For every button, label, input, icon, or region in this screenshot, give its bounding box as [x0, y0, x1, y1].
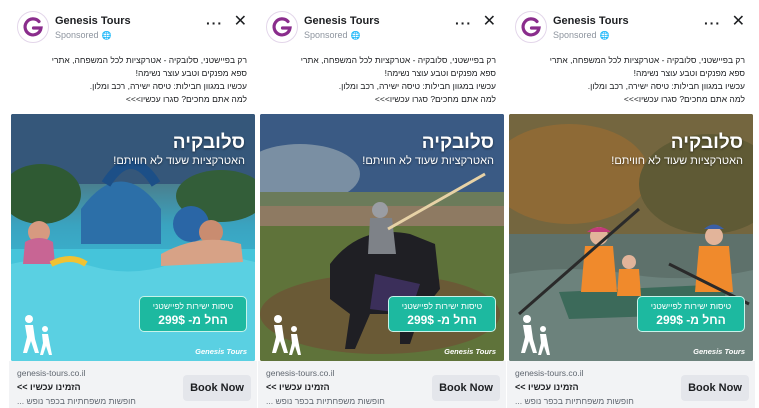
- hikers-logo-icon: [272, 315, 301, 355]
- link-domain[interactable]: genesis-tours.co.il: [17, 368, 86, 378]
- ad-footer: genesis-tours.co.il הזמינו עכשיו >> חופש…: [9, 361, 257, 408]
- advertiser-name[interactable]: Genesis Tours: [304, 15, 380, 27]
- ad-card: Genesis Tours Sponsored 🌐 ··· ✕ רק בפיישט…: [507, 0, 755, 408]
- media-title: סלובקיה: [421, 132, 494, 153]
- primary-text-line: רק בפיישטני, סלובקיה - אטרקציות לכל המשפ…: [51, 55, 247, 65]
- media-brand-logo: Genesis Tours: [195, 347, 247, 356]
- primary-text-line: ספא מפנקים וטבע עוצר נשימה!: [633, 68, 745, 78]
- sponsored-label: Sponsored 🌐: [553, 30, 610, 40]
- link-headline[interactable]: הזמינו עכשיו >>: [17, 382, 81, 392]
- link-domain[interactable]: genesis-tours.co.il: [266, 368, 335, 378]
- offer-badge: טיסות ישירות לפיישטני החל מ- 299$: [139, 296, 247, 332]
- offer-badge: טיסות ישירות לפיישטני החל מ- 299$: [637, 296, 745, 332]
- more-options-icon[interactable]: ···: [206, 16, 223, 30]
- sponsored-text: Sponsored: [304, 30, 348, 40]
- primary-text-line: עכשיו במגוון חבילות: טיסה ישירה, רכב ומל…: [338, 81, 496, 91]
- primary-text-line: למה אתם מחכים? סגרו עכשיו>>>: [623, 94, 745, 104]
- primary-text-line: עכשיו במגוון חבילות: טיסה ישירה, רכב ומל…: [587, 81, 745, 91]
- genesis-g-logo-icon[interactable]: [17, 11, 49, 43]
- link-description: חופשות משפחתיות בכפר נופש ...: [17, 396, 136, 406]
- book-now-button[interactable]: Book Now: [183, 375, 251, 401]
- ad-header: Genesis Tours Sponsored 🌐 ··· ✕: [258, 0, 506, 50]
- book-now-button[interactable]: Book Now: [681, 375, 749, 401]
- book-now-button[interactable]: Book Now: [432, 375, 500, 401]
- globe-icon: 🌐: [599, 31, 610, 40]
- genesis-g-logo-icon[interactable]: [266, 11, 298, 43]
- primary-text-line: רק בפיישטני, סלובקיה - אטרקציות לכל המשפ…: [300, 55, 496, 65]
- primary-text-line: עכשיו במגוון חבילות: טיסה ישירה, רכב ומל…: [89, 81, 247, 91]
- offer-badge: טיסות ישירות לפיישטני החל מ- 299$: [388, 296, 496, 332]
- ad-card: Genesis Tours Sponsored 🌐 ··· ✕ רק בפיישט…: [9, 0, 257, 408]
- media-subtitle: האטרקציות שעוד לא חוויתם!: [113, 155, 245, 167]
- hikers-logo-icon: [521, 315, 550, 355]
- primary-text: רק בפיישטני, סלובקיה - אטרקציות לכל המשפ…: [515, 54, 745, 112]
- primary-text-line: רק בפיישטני, סלובקיה - אטרקציות לכל המשפ…: [549, 55, 745, 65]
- ad-header: Genesis Tours Sponsored 🌐 ··· ✕: [507, 0, 755, 50]
- ad-creative-image[interactable]: סלובקיה האטרקציות שעוד לא חוויתם! טיסות …: [509, 114, 753, 361]
- primary-text-line: למה אתם מחכים? סגרו עכשיו>>>: [374, 94, 496, 104]
- offer-price: החל מ- 299$: [158, 313, 228, 327]
- ad-footer: genesis-tours.co.il הזמינו עכשיו >> חופש…: [507, 361, 755, 408]
- advertiser-name[interactable]: Genesis Tours: [553, 15, 629, 27]
- media-subtitle: האטרקציות שעוד לא חוויתם!: [611, 155, 743, 167]
- ad-header: Genesis Tours Sponsored 🌐 ··· ✕: [9, 0, 257, 50]
- primary-text: רק בפיישטני, סלובקיה - אטרקציות לכל המשפ…: [17, 54, 247, 112]
- advertiser-name[interactable]: Genesis Tours: [55, 15, 131, 27]
- ad-creative-image[interactable]: סלובקיה האטרקציות שעוד לא חוויתם! טיסות …: [260, 114, 504, 361]
- media-subtitle: האטרקציות שעוד לא חוויתם!: [362, 155, 494, 167]
- link-headline[interactable]: הזמינו עכשיו >>: [515, 382, 579, 392]
- more-options-icon[interactable]: ···: [455, 16, 472, 30]
- link-domain[interactable]: genesis-tours.co.il: [515, 368, 584, 378]
- close-icon[interactable]: ✕: [483, 14, 496, 30]
- primary-text: רק בפיישטני, סלובקיה - אטרקציות לכל המשפ…: [266, 54, 496, 112]
- link-description: חופשות משפחתיות בכפר נופש ...: [266, 396, 385, 406]
- primary-text-line: למה אתם מחכים? סגרו עכשיו>>>: [125, 94, 247, 104]
- primary-text-line: ספא מפנקים וטבע עוצר נשימה!: [135, 68, 247, 78]
- sponsored-label: Sponsored 🌐: [304, 30, 361, 40]
- close-icon[interactable]: ✕: [732, 14, 745, 30]
- media-title: סלובקיה: [172, 132, 245, 153]
- more-options-icon[interactable]: ···: [704, 16, 721, 30]
- sponsored-text: Sponsored: [553, 30, 597, 40]
- offer-price: החל מ- 299$: [656, 313, 726, 327]
- sponsored-text: Sponsored: [55, 30, 99, 40]
- offer-line1: טיסות ישירות לפיישטני: [152, 301, 234, 311]
- link-headline[interactable]: הזמינו עכשיו >>: [266, 382, 330, 392]
- media-title: סלובקיה: [670, 132, 743, 153]
- close-icon[interactable]: ✕: [234, 14, 247, 30]
- media-brand-logo: Genesis Tours: [444, 347, 496, 356]
- globe-icon: 🌐: [101, 31, 112, 40]
- ad-creative-image[interactable]: סלובקיה האטרקציות שעוד לא חוויתם! טיסות …: [11, 114, 255, 361]
- offer-line1: טיסות ישירות לפיישטני: [401, 301, 483, 311]
- sponsored-label: Sponsored 🌐: [55, 30, 112, 40]
- genesis-g-logo-icon[interactable]: [515, 11, 547, 43]
- globe-icon: 🌐: [350, 31, 361, 40]
- media-brand-logo: Genesis Tours: [693, 347, 745, 356]
- link-description: חופשות משפחתיות בכפר נופש ...: [515, 396, 634, 406]
- offer-line1: טיסות ישירות לפיישטני: [650, 301, 732, 311]
- ad-card: Genesis Tours Sponsored 🌐 ··· ✕ רק בפיישט…: [258, 0, 506, 408]
- offer-price: החל מ- 299$: [407, 313, 477, 327]
- ad-footer: genesis-tours.co.il הזמינו עכשיו >> חופש…: [258, 361, 506, 408]
- primary-text-line: ספא מפנקים וטבע עוצר נשימה!: [384, 68, 496, 78]
- hikers-logo-icon: [23, 315, 52, 355]
